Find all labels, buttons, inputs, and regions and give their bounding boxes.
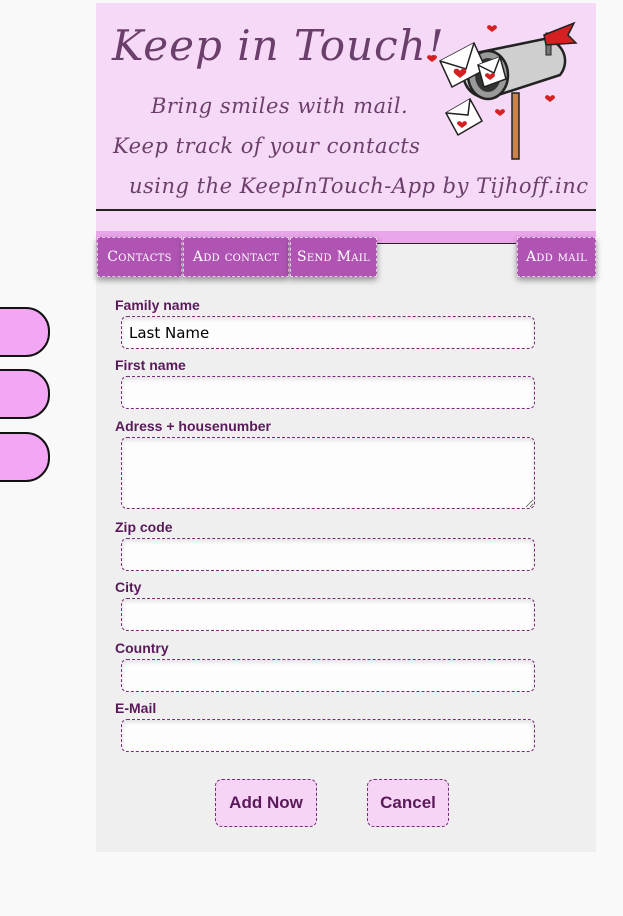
nav-contacts-button[interactable]: Contacts [97,237,182,277]
nav-add-mail-button[interactable]: Add mail [517,237,596,277]
mailbox-with-letters-icon [427,21,578,160]
first-name-label: First name [115,357,186,373]
tagline-2: Keep track of your contacts [113,134,421,158]
country-input[interactable] [121,659,535,692]
app-container: Keep in Touch! Bring smiles with mail. K… [96,3,596,852]
header-gap [96,211,596,231]
nav-send-mail-button[interactable]: Send Mail [290,237,377,277]
email-input[interactable] [121,719,535,752]
zip-code-input[interactable] [121,538,535,571]
side-tab-3[interactable] [0,432,50,482]
family-name-label: Family name [115,297,200,313]
city-label: City [115,579,142,595]
address-textarea[interactable] [121,437,535,509]
family-name-input[interactable] [121,316,535,349]
app-title: Keep in Touch! [112,21,445,70]
zip-code-label: Zip code [115,519,173,535]
header: Keep in Touch! Bring smiles with mail. K… [96,3,596,209]
country-label: Country [115,640,169,656]
email-label: E-Mail [115,700,157,716]
add-now-button[interactable]: Add Now [215,779,317,827]
side-tab-2[interactable] [0,369,50,419]
first-name-input[interactable] [121,376,535,409]
side-tab-1[interactable] [0,307,50,357]
city-input[interactable] [121,598,535,631]
nav-line [376,243,516,244]
tagline-3: using the KeepInTouch-App by Tijhoff.inc [129,174,589,198]
tagline-1: Bring smiles with mail. [151,94,409,118]
nav-add-contact-button[interactable]: Add contact [183,237,289,277]
address-label: Adress + housenumber [115,418,271,434]
nav-under-gap [376,244,516,265]
cancel-button[interactable]: Cancel [367,779,449,827]
